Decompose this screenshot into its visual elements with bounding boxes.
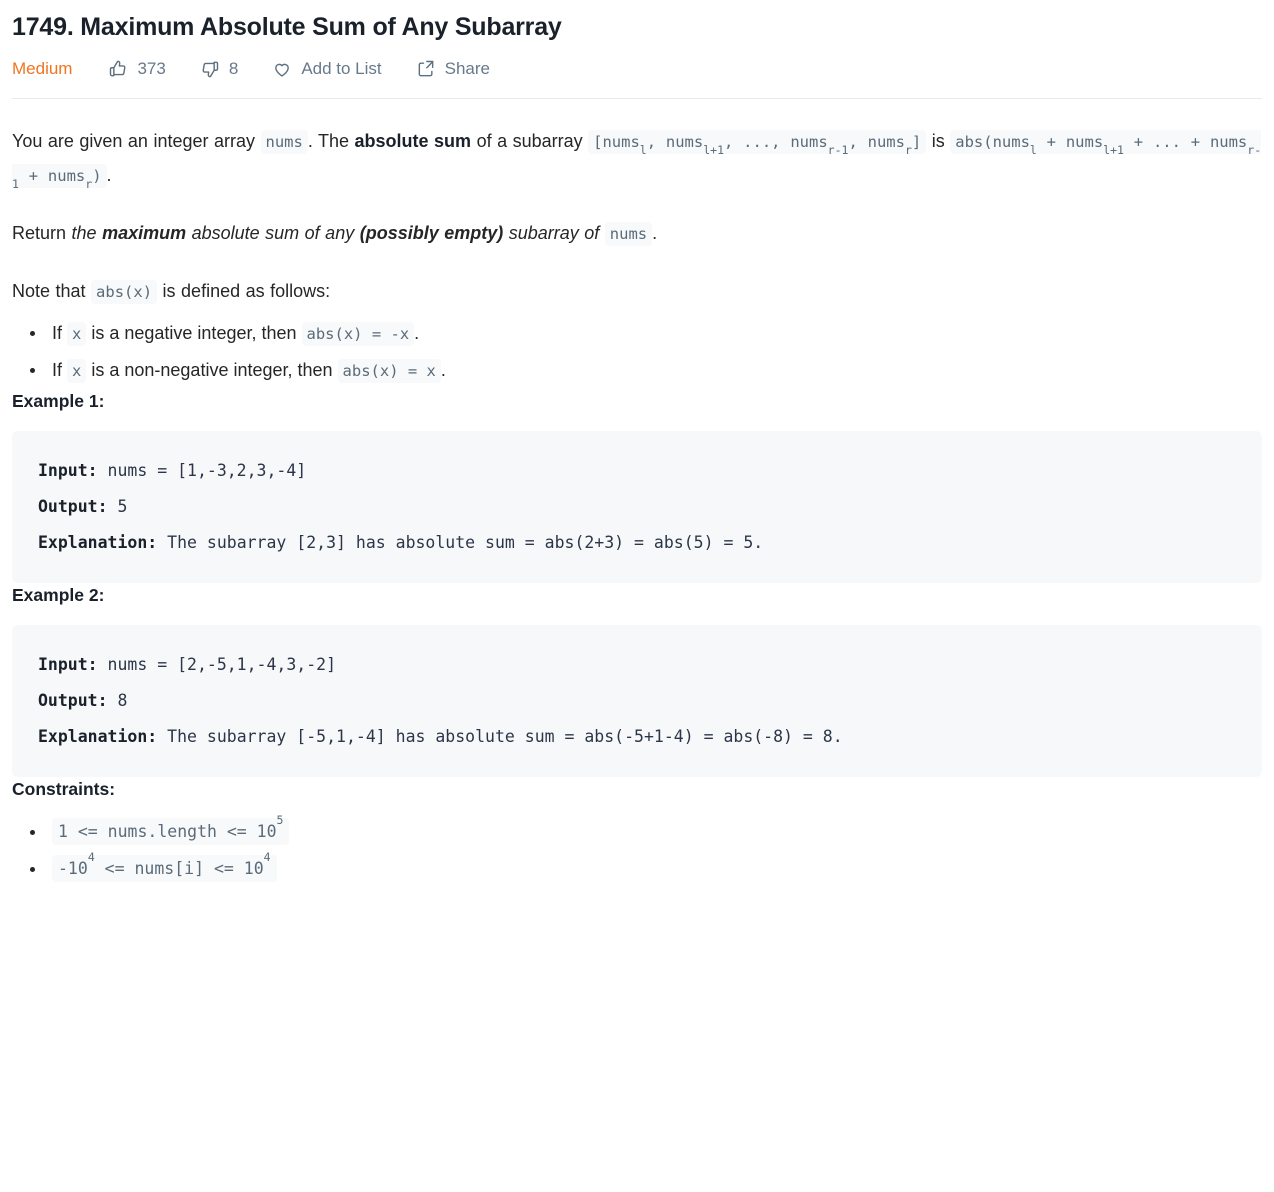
c3-sub-4: r — [85, 177, 93, 192]
difficulty-badge: Medium — [12, 59, 73, 78]
problem-meta-row: Medium 373 8 Add to List Share — [0, 44, 1274, 80]
problem-content: You are given an integer array nums. The… — [0, 125, 1274, 887]
constraints-list: 1 <= nums.length <= 105 -104 <= nums[i] … — [12, 814, 1262, 887]
description-paragraph-1: You are given an integer array nums. The… — [12, 125, 1262, 193]
c2-pre: [nums — [593, 133, 640, 151]
share-label: Share — [444, 59, 491, 78]
add-to-list-button[interactable]: Add to List — [272, 58, 382, 80]
thumbs-up-icon — [108, 59, 128, 79]
example-1-heading: Example 1: — [12, 391, 105, 411]
c2-post: ] — [911, 133, 922, 151]
example-2-input-value: nums = [2,-5,1,-4,3,-2] — [97, 655, 337, 674]
code-abs-pos: abs(x) = x — [337, 359, 441, 383]
c3-mid-2: + ... + nums — [1123, 133, 1248, 151]
dislike-count: 8 — [228, 59, 239, 78]
bullet-1-text-1: If — [52, 323, 68, 343]
code-nums: nums — [260, 130, 308, 154]
p1-text-4: is — [926, 131, 951, 151]
example-1-explanation-value: The subarray [2,3] has absolute sum = ab… — [157, 533, 764, 552]
c2-sub-3: r-1 — [827, 143, 849, 158]
example-1-input-label: Input: — [38, 461, 98, 480]
p2-bold-italic-maximum: maximum — [102, 223, 187, 243]
share-icon — [416, 59, 436, 79]
thumbs-down-icon — [200, 59, 220, 79]
example-2-input-label: Input: — [38, 655, 98, 674]
like-count: 373 — [137, 59, 166, 78]
code-x-1: x — [67, 322, 87, 346]
c3-pre: abs(nums — [955, 133, 1030, 151]
list-item: -104 <= nums[i] <= 104 — [30, 851, 1262, 887]
example-2-output-value: 8 — [107, 691, 128, 710]
example-2-output-label: Output: — [38, 691, 108, 710]
p1-text-1: You are given an integer array — [12, 131, 261, 151]
p2-bold-italic-possibly-empty: (possibly empty) — [359, 223, 504, 243]
p1-text-3: of a subarray — [471, 131, 589, 151]
add-to-list-label: Add to List — [301, 59, 382, 78]
bullet-2-text-1: If — [52, 360, 68, 380]
p2-italic-1: the — [71, 223, 103, 243]
abs-definition-list: If x is a negative integer, then abs(x) … — [12, 315, 1262, 389]
example-1-output-label: Output: — [38, 497, 108, 516]
c2-sub-4: r — [904, 143, 912, 158]
example-1-explanation-label: Explanation: — [38, 533, 158, 552]
code-abs-x: abs(x) — [91, 280, 158, 304]
description-paragraph-3: Note that abs(x) is defined as follows: — [12, 275, 1262, 309]
constraint-2-post: <= nums[i] <= 10 — [94, 859, 264, 878]
p1-text-2: . The — [307, 131, 355, 151]
constraint-value-range: -104 <= nums[i] <= 104 — [52, 851, 277, 882]
description-paragraph-2: Return the maximum absolute sum of any (… — [12, 217, 1262, 251]
code-nums-2: nums — [604, 222, 653, 246]
list-item: If x is a negative integer, then abs(x) … — [30, 315, 1262, 352]
list-item: If x is a non-negative integer, then abs… — [30, 352, 1262, 389]
constraint-2-pre: -10 — [58, 859, 88, 878]
header-divider — [12, 98, 1262, 99]
example-2-heading: Example 2: — [12, 585, 105, 605]
c3-mid-3: + nums — [18, 167, 86, 185]
page-title: 1749. Maximum Absolute Sum of Any Subarr… — [12, 13, 562, 41]
c3-sub-1: l — [1029, 143, 1037, 158]
p2-text-2: . — [652, 223, 658, 243]
example-1-input-value: nums = [1,-3,2,3,-4] — [97, 461, 307, 480]
bullet-2-text-2: is a non-negative integer, then — [86, 360, 338, 380]
bullet-1-text-2: is a negative integer, then — [86, 323, 302, 343]
c2-mid-1: , nums — [646, 133, 704, 151]
c3-post: ) — [92, 167, 102, 185]
example-1-code-block: Input: nums = [1,-3,2,3,-4] Output: 5 Ex… — [12, 431, 1262, 583]
p2-italic-3: subarray of — [503, 223, 605, 243]
example-2-explanation-value: The subarray [-5,1,-4] has absolute sum … — [157, 727, 843, 746]
c2-mid-2: , ..., nums — [724, 133, 828, 151]
p1-text-5: . — [106, 165, 112, 185]
example-2-explanation-label: Explanation: — [38, 727, 158, 746]
c2-mid-3: , nums — [848, 133, 905, 151]
c3-sub-2: l+1 — [1103, 143, 1124, 158]
dislike-button[interactable]: 8 — [200, 58, 238, 80]
p2-text-1: Return — [12, 223, 72, 243]
example-2-code-block: Input: nums = [2,-5,1,-4,3,-2] Output: 8… — [12, 625, 1262, 777]
bullet-1-text-3: . — [414, 323, 420, 343]
problem-page: 1749. Maximum Absolute Sum of Any Subarr… — [0, 0, 1274, 887]
share-button[interactable]: Share — [416, 58, 490, 80]
p3-text-1: Note that — [12, 281, 92, 301]
problem-header: 1749. Maximum Absolute Sum of Any Subarr… — [0, 0, 1274, 44]
like-button[interactable]: 373 — [108, 58, 166, 80]
constraints-heading: Constraints: — [12, 779, 116, 799]
list-item: 1 <= nums.length <= 105 — [30, 814, 1262, 850]
constraint-length: 1 <= nums.length <= 105 — [52, 814, 290, 845]
heart-icon — [272, 59, 292, 79]
code-x-2: x — [67, 359, 87, 383]
constraint-1-pre: 1 <= nums.length <= 10 — [58, 822, 277, 841]
code-abs-neg: abs(x) = -x — [301, 322, 415, 346]
c2-sub-1: l — [639, 143, 647, 158]
p3-text-2: is defined as follows: — [157, 281, 331, 301]
bullet-2-text-3: . — [440, 360, 446, 380]
c3-mid-1: + nums — [1036, 133, 1104, 151]
example-1-output-value: 5 — [107, 497, 128, 516]
code-subarray-range: [numsl, numsl+1, ..., numsr-1, numsr] — [588, 130, 927, 158]
c2-sub-2: l+1 — [703, 143, 725, 158]
constraint-1-sup: 5 — [276, 812, 284, 827]
constraint-2-sup-2: 4 — [263, 849, 271, 864]
p1-strong-absolute-sum: absolute sum — [354, 131, 472, 151]
p2-italic-2: absolute sum of any — [186, 223, 360, 243]
constraint-2-sup: 4 — [87, 849, 95, 864]
